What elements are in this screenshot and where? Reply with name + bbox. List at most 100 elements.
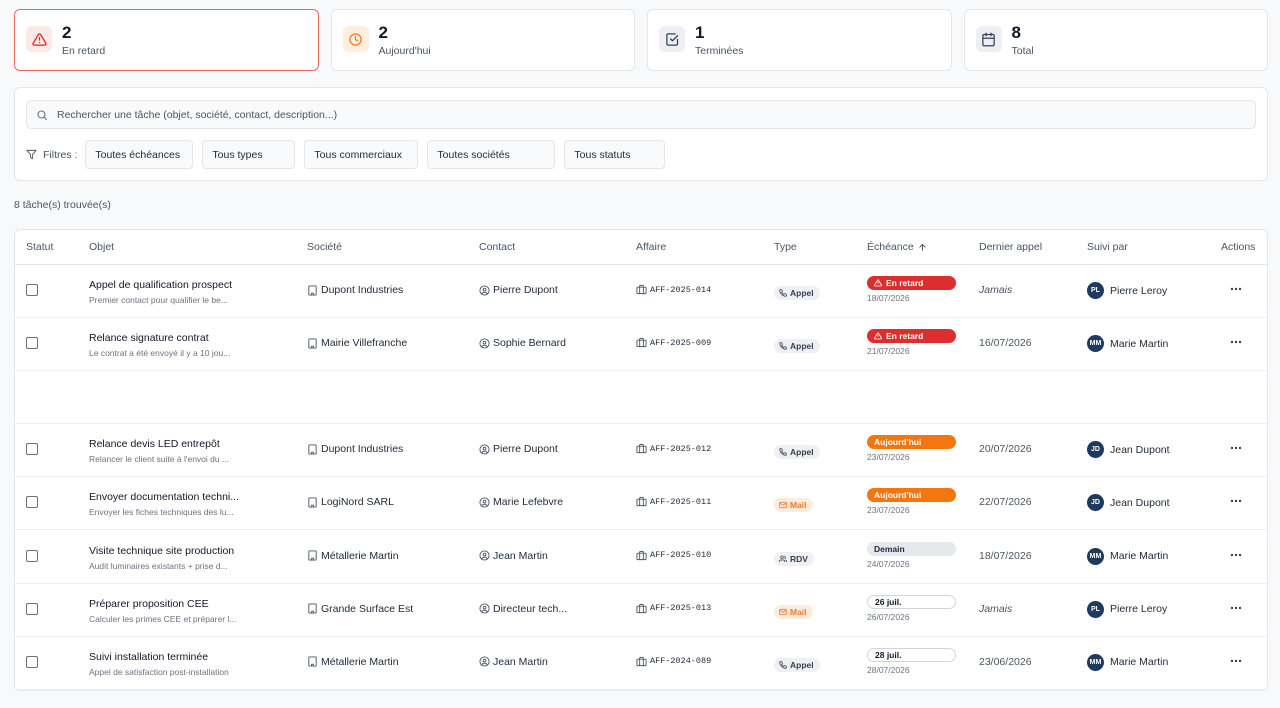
alert-triangle-icon [874,279,882,287]
due-badge: Demain [867,541,956,556]
status-checkbox[interactable] [26,602,38,615]
company-cell[interactable]: Grande Surface Est [307,603,413,615]
company-cell[interactable]: Mairie Villefranche [307,337,407,349]
contact-cell[interactable]: Marie Lefebvre [479,496,563,508]
col-dernier-appel[interactable]: Dernier appel [979,241,1042,253]
status-checkbox[interactable] [26,284,38,296]
task-object[interactable]: Relance signature contrat Le contrat a ét… [89,331,230,359]
table-row[interactable]: Suivi installation terminée Appel de sati… [15,637,1267,690]
row-actions-button[interactable] [1229,494,1243,508]
table-row[interactable]: Préparer proposition CEE Calculer les pri… [15,584,1267,637]
filter-status[interactable]: Tous statuts [564,140,666,169]
status-checkbox[interactable] [26,496,38,509]
due-date: 21/07/2026 [867,346,910,357]
deal-cell[interactable]: AFF-2025-011 [636,496,711,507]
stat-card-today[interactable]: 2 Aujourd'hui [330,9,635,71]
contact-cell[interactable]: Directeur tech... [479,603,567,615]
stat-card-total[interactable]: 8 Total [963,9,1268,71]
table-row[interactable]: Relance devis LED entrepôt Relancer le cl… [15,424,1267,478]
contact-name: Directeur tech... [493,602,568,615]
task-description: Audit luminaires existants + prise d... [89,560,228,571]
due-cell: 26 juil. 26/07/2026 [867,594,957,623]
col-suivi-par[interactable]: Suivi par [1087,241,1128,253]
deal-code: AFF-2025-014 [650,284,712,295]
table-row[interactable]: Appel de qualification prospect Premier c… [15,265,1267,318]
contact-cell[interactable]: Pierre Dupont [479,284,558,296]
task-object[interactable]: Suivi installation terminée Appel de sati… [89,650,229,678]
col-type[interactable]: Type [774,241,797,253]
table-row[interactable]: Visite technique site production Audit lu… [15,531,1267,584]
task-object[interactable]: Visite technique site production Audit lu… [89,544,234,572]
task-description: Premier contact pour qualifier le be... [89,295,228,305]
row-actions-button[interactable] [1229,601,1243,615]
company-cell[interactable]: Métallerie Martin [307,550,399,562]
col-societe[interactable]: Société [307,241,342,253]
due-cell: En retard 21/07/2026 [867,329,957,357]
avatar: PL [1087,600,1104,618]
company-cell[interactable]: Métallerie Martin [307,656,399,668]
briefcase-icon [636,603,647,613]
task-description: Relancer le client suite à l'envoi du ..… [89,454,230,465]
filter-company[interactable]: Toutes sociétés [427,140,556,169]
status-checkbox[interactable] [26,443,38,456]
contact-cell[interactable]: Jean Martin [479,550,548,562]
type-badge: Appel [774,657,820,672]
filter-type[interactable]: Tous types [202,140,296,169]
row-actions-button[interactable] [1229,548,1243,562]
col-echeance[interactable]: Échéance [867,241,927,253]
table-row[interactable]: Relance signature contrat Le contrat a ét… [15,318,1267,372]
contact-cell[interactable]: Pierre Dupont [479,443,558,455]
task-title: Suivi installation terminée [89,650,209,663]
deal-cell[interactable]: AFF-2025-014 [636,284,711,295]
search-icon [37,109,48,120]
deal-cell[interactable]: AFF-2025-010 [636,550,711,561]
type-cell: Mail [774,496,813,514]
deal-cell[interactable]: AFF-2024-089 [636,656,711,667]
due-badge: En retard [867,276,956,290]
task-object[interactable]: Appel de qualification prospect Premier c… [89,278,232,306]
filters-label: Filtres : [26,149,77,161]
contact-cell[interactable]: Sophie Bernard [479,337,566,349]
task-object[interactable]: Envoyer documentation techni... Envoyer l… [89,490,239,518]
filter-due[interactable]: Toutes échéances [85,140,194,169]
owner-cell: PL Pierre Leroy [1087,282,1167,299]
deal-cell[interactable]: AFF-2025-012 [636,443,711,454]
owner-cell: MM Marie Martin [1087,547,1168,565]
col-contact[interactable]: Contact [479,241,515,253]
table-row-empty [15,371,1267,425]
deal-cell[interactable]: AFF-2025-009 [636,337,711,348]
task-title: Envoyer documentation techni... [89,491,240,504]
col-objet[interactable]: Objet [89,241,114,253]
due-label: Aujourd'hui [874,490,922,501]
col-affaire[interactable]: Affaire [636,241,666,253]
task-object[interactable]: Relance devis LED entrepôt Relancer le cl… [89,437,229,465]
type-label: Mail [790,500,807,511]
row-actions-button[interactable] [1229,282,1243,296]
company-cell[interactable]: LogiNord SARL [307,496,394,508]
table-row[interactable]: Envoyer documentation techni... Envoyer l… [15,477,1267,531]
contact-cell[interactable]: Jean Martin [479,656,548,668]
check-square-icon [659,26,685,52]
stat-card-done[interactable]: 1 Terminées [647,9,952,71]
status-checkbox[interactable] [26,549,38,562]
row-actions-button[interactable] [1229,335,1243,349]
due-date: 18/07/2026 [867,293,910,303]
due-date: 23/07/2026 [867,505,910,516]
stat-value: 2 [62,22,72,42]
company-name: Mairie Villefranche [321,337,408,350]
deal-cell[interactable]: AFF-2025-013 [636,603,711,614]
task-object[interactable]: Préparer proposition CEE Calculer les pri… [89,597,236,625]
due-label: Aujourd'hui [874,437,922,448]
status-checkbox[interactable] [26,337,38,350]
company-cell[interactable]: Dupont Industries [307,284,403,296]
search-input[interactable] [57,108,1237,121]
row-actions-button[interactable] [1229,441,1243,455]
row-actions-button[interactable] [1229,654,1243,668]
phone-icon [779,342,787,350]
company-name: LogiNord SARL [321,496,394,509]
filter-sales[interactable]: Tous commerciaux [304,140,419,169]
company-cell[interactable]: Dupont Industries [307,443,403,455]
status-checkbox[interactable] [26,655,38,668]
stat-card-overdue[interactable]: 2 En retard [14,9,319,71]
due-cell: En retard 18/07/2026 [867,276,957,304]
